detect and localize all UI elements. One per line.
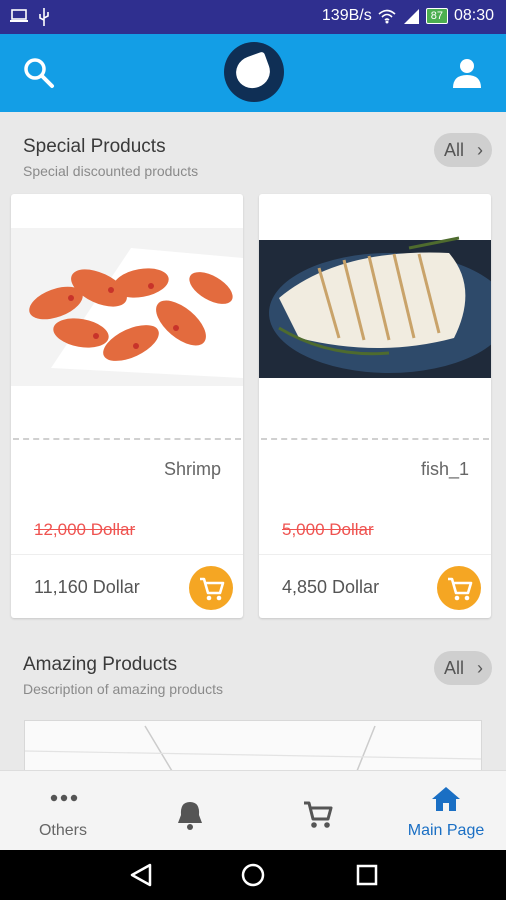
product-card-fish[interactable]: fish_1 5,000 Dollar 4,850 Dollar: [259, 194, 506, 618]
special-products-header: Special Products Special discounted prod…: [0, 133, 506, 196]
battery-indicator: 87: [425, 8, 448, 24]
amazing-products-subtitle: Description of amazing products: [23, 681, 223, 697]
logo-icon: [231, 51, 275, 93]
app-logo[interactable]: [224, 42, 284, 102]
app-bar: [0, 34, 506, 112]
cart-icon: [304, 801, 333, 828]
usb-icon: [39, 8, 49, 26]
special-all-button[interactable]: All ›: [434, 133, 492, 167]
clock: 08:30: [453, 7, 494, 24]
amazing-all-button[interactable]: All ›: [434, 651, 492, 685]
add-to-cart-button[interactable]: [437, 566, 481, 610]
card-divider: [261, 438, 489, 440]
add-to-cart-button[interactable]: [189, 566, 233, 610]
old-price: 5,000 Dollar: [282, 520, 374, 539]
new-price: 4,850 Dollar: [282, 577, 380, 597]
special-products-title: Special Products: [23, 136, 166, 157]
recents-icon[interactable]: [354, 862, 380, 888]
user-icon: [453, 59, 481, 88]
fish-photo: [259, 228, 506, 386]
nav-label: Others: [38, 822, 87, 839]
all-label: All: [444, 140, 465, 160]
search-icon: [24, 58, 54, 88]
more-icon: [50, 794, 78, 802]
all-label: All: [444, 658, 465, 678]
nav-main-page[interactable]: Main Page: [396, 771, 496, 851]
card-divider: [13, 438, 241, 440]
product-name: Shrimp: [163, 459, 221, 479]
price-separator: [11, 554, 243, 555]
cart-icon: [200, 577, 225, 601]
nav-label: Main Page: [407, 822, 485, 839]
nav-notifications[interactable]: [160, 771, 220, 851]
home-icon: [432, 787, 460, 811]
amazing-products-header: Amazing Products Description of amazing …: [0, 651, 506, 714]
price-separator: [259, 554, 491, 555]
chevron-right-icon: ›: [477, 658, 483, 678]
status-bar: 139B/s 87 08:30: [0, 0, 506, 34]
search-button[interactable]: [22, 56, 56, 90]
wifi-icon: [378, 9, 396, 24]
system-nav-bar: [0, 850, 506, 900]
new-price: 11,160 Dollar: [34, 577, 140, 597]
network-speed: 139B/s: [321, 7, 372, 24]
special-products-subtitle: Special discounted products: [23, 163, 199, 179]
product-card-shrimp[interactable]: Shrimp 12,000 Dollar 11,160 Dollar: [11, 194, 243, 618]
back-icon[interactable]: [128, 862, 154, 888]
laptop-icon: [10, 9, 28, 22]
nav-others[interactable]: Others: [14, 771, 112, 851]
nav-cart[interactable]: [288, 771, 348, 851]
signal-icon: [403, 9, 419, 24]
status-right: 139B/s 87 08:30: [322, 7, 494, 25]
chevron-right-icon: ›: [477, 140, 483, 160]
cart-icon: [448, 577, 473, 601]
product-name: fish_1: [420, 459, 469, 479]
status-left: [10, 8, 50, 26]
profile-button[interactable]: [450, 56, 484, 90]
bell-icon: [178, 802, 202, 830]
old-price: 12,000 Dollar: [34, 520, 136, 539]
shrimp-photo: [11, 228, 243, 386]
bottom-nav: Others Main Page: [0, 770, 506, 850]
home-circle-icon[interactable]: [240, 862, 266, 888]
amazing-products-title: Amazing Products: [23, 654, 178, 675]
